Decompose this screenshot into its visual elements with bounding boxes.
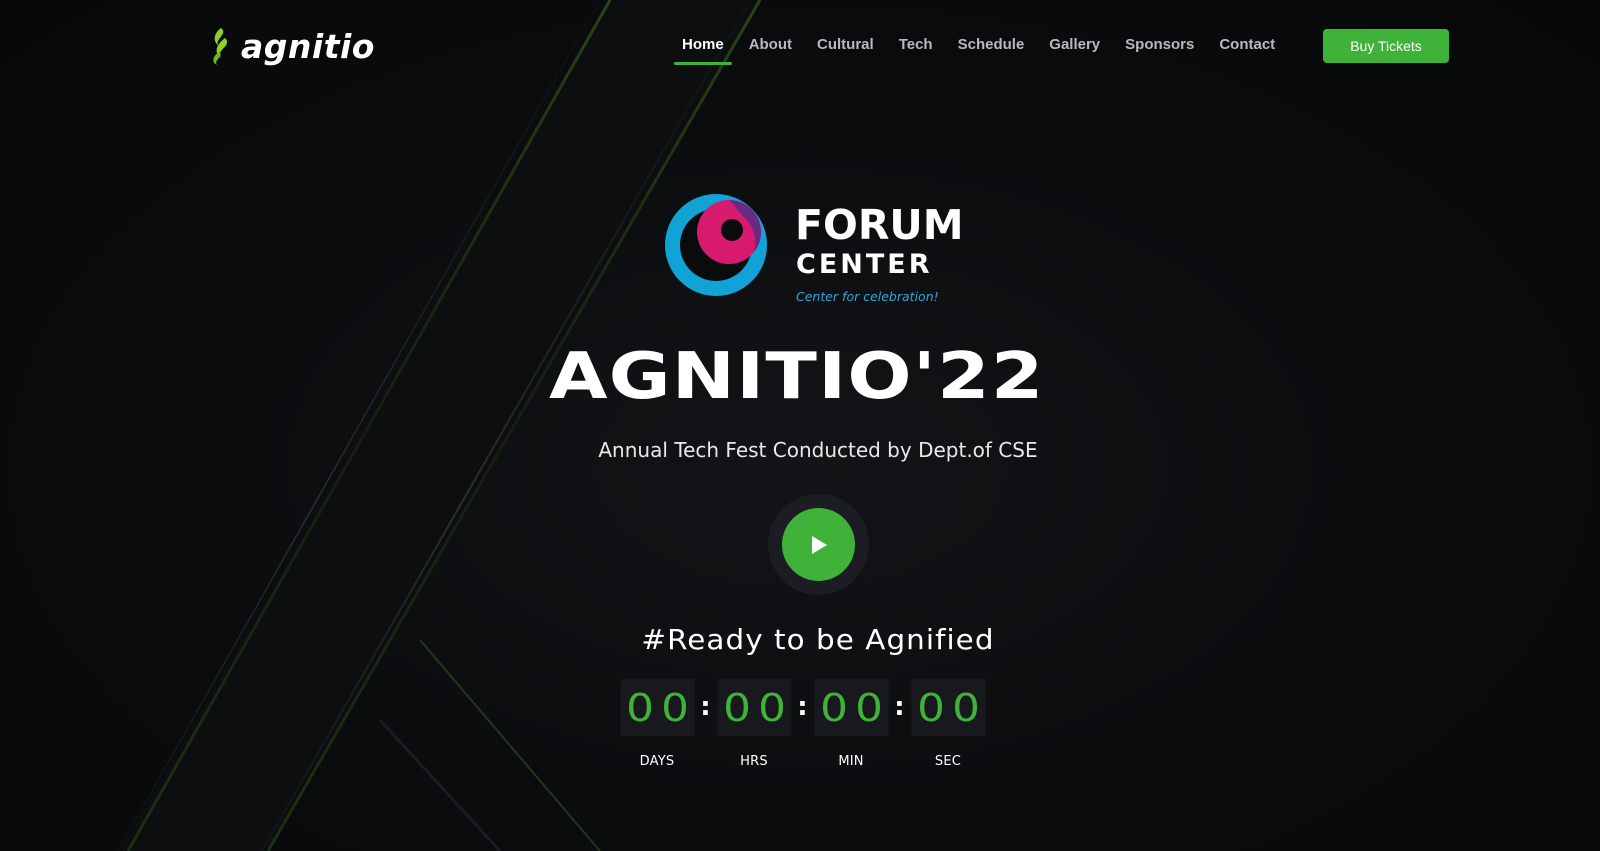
- nav-item-home[interactable]: Home: [674, 36, 732, 65]
- countdown-label-minutes: MIN: [838, 754, 864, 769]
- sponsor-line2: CENTER: [796, 249, 933, 280]
- nav-item-cultural[interactable]: Cultural: [817, 36, 874, 65]
- hero-title: AGNITIO'22: [548, 340, 1045, 414]
- nav-item-tech[interactable]: Tech: [899, 36, 933, 65]
- nav-item-gallery[interactable]: Gallery: [1049, 36, 1100, 65]
- nav-item-sponsors[interactable]: Sponsors: [1125, 36, 1194, 65]
- countdown-digit: 0: [910, 679, 951, 736]
- play-icon: [811, 535, 827, 554]
- countdown-minutes: 0 0 MIN: [813, 679, 889, 769]
- sponsor-line1: FORUM: [795, 201, 964, 249]
- play-button-core[interactable]: [782, 508, 855, 581]
- hero-subtitle: Annual Tech Fest Conducted by Dept.of CS…: [598, 438, 1038, 462]
- countdown-digit: 0: [751, 679, 792, 736]
- countdown-digit: 0: [813, 679, 854, 736]
- brand-logo[interactable]: agnitio: [207, 26, 375, 66]
- flame-leaf-icon: [213, 28, 228, 65]
- nav-item-schedule[interactable]: Schedule: [958, 36, 1025, 65]
- forum-center-logo-mark: [665, 194, 767, 296]
- countdown-timer: 0 0 DAYS : 0 0 HRS : 0 0 MIN : 0 0 SEC: [619, 679, 986, 769]
- nav-item-about[interactable]: About: [749, 36, 792, 65]
- nav-item-contact[interactable]: Contact: [1219, 36, 1275, 65]
- ready-heading: #Ready to be Agnified: [641, 623, 995, 656]
- sponsor-tagline: Center for celebration!: [796, 289, 939, 304]
- countdown-label-days: DAYS: [639, 754, 675, 769]
- countdown-days: 0 0 DAYS: [619, 679, 695, 769]
- page: agnitio Home About Cultural Tech Schedul…: [0, 0, 1600, 851]
- countdown-digit: 0: [848, 679, 889, 736]
- countdown-label-seconds: SEC: [934, 754, 962, 769]
- top-navbar: agnitio Home About Cultural Tech Schedul…: [0, 0, 1600, 90]
- countdown-separator: :: [797, 692, 808, 722]
- countdown-hours: 0 0 HRS: [716, 679, 792, 769]
- buy-tickets-button[interactable]: Buy Tickets: [1323, 29, 1449, 63]
- play-video-button[interactable]: [768, 494, 869, 595]
- countdown-seconds: 0 0 SEC: [910, 679, 986, 769]
- nav-links: Home About Cultural Tech Schedule Galler…: [674, 36, 1300, 65]
- countdown-separator: :: [700, 692, 711, 722]
- brand-name: agnitio: [241, 26, 375, 66]
- countdown-separator: :: [894, 692, 905, 722]
- countdown-digit: 0: [619, 679, 660, 736]
- countdown-label-hours: HRS: [740, 754, 768, 769]
- countdown-digit: 0: [654, 679, 695, 736]
- countdown-digit: 0: [716, 679, 757, 736]
- countdown-digit: 0: [945, 679, 986, 736]
